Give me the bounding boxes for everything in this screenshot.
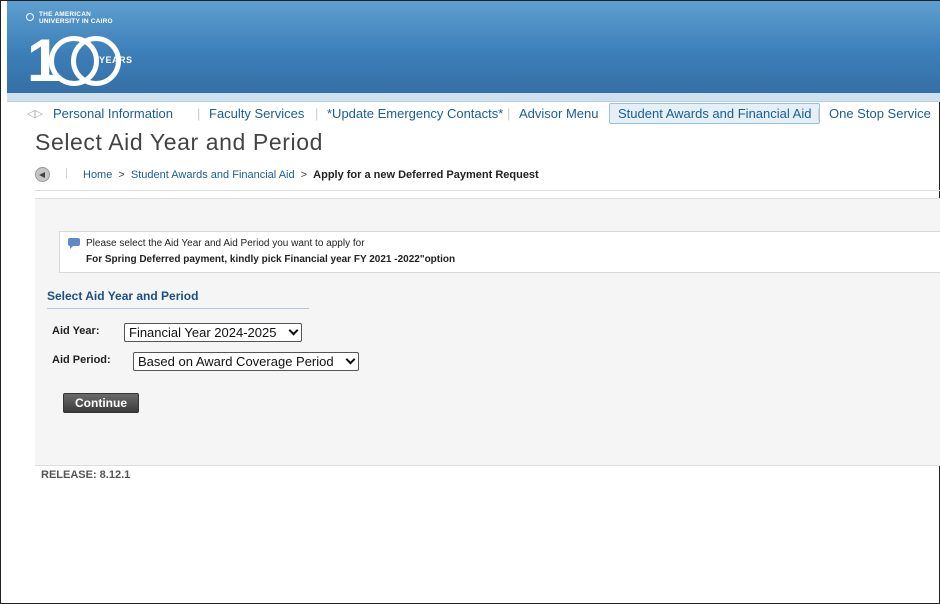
university-logo-text: THE AMERICAN UNIVERSITY IN CAIRO: [26, 11, 113, 25]
aid-year-select[interactable]: Financial Year 2024-2025: [124, 323, 302, 342]
nav-item-student-awards[interactable]: Student Awards and Financial Aid: [609, 103, 821, 124]
breadcrumb-student-awards[interactable]: Student Awards and Financial Aid: [131, 169, 295, 181]
site-header: THE AMERICAN UNIVERSITY IN CAIRO 1 YEARS: [7, 1, 940, 93]
nav-item-advisor-menu[interactable]: Advisor Menu: [519, 106, 598, 121]
aid-period-select[interactable]: Based on Award Coverage Period: [133, 352, 359, 371]
back-arrow-icon[interactable]: [35, 167, 50, 182]
chevron-down-icon: [345, 354, 356, 365]
divider: [35, 190, 940, 191]
aid-period-label: Aid Period:: [52, 354, 111, 366]
main-panel: Please select the Aid Year and Aid Perio…: [35, 198, 940, 466]
nav-item-faculty-services[interactable]: Faculty Services: [209, 106, 304, 121]
release-version: RELEASE: 8.12.1: [41, 469, 131, 481]
university-seal-icon: [26, 13, 34, 21]
info-text: Please select the Aid Year and Aid Perio…: [86, 238, 365, 249]
breadcrumb-home[interactable]: Home: [83, 169, 112, 181]
centennial-logo[interactable]: 1 YEARS: [27, 31, 137, 91]
info-note: For Spring Deferred payment, kindly pick…: [86, 254, 456, 265]
aid-year-label: Aid Year:: [52, 325, 100, 337]
section-rule: [47, 308, 309, 309]
info-message: Please select the Aid Year and Aid Perio…: [59, 231, 940, 273]
nav-scroll-arrows-icon[interactable]: ◁▷: [27, 107, 43, 120]
info-speech-icon: [68, 238, 80, 249]
breadcrumb-current: Apply for a new Deferred Payment Request: [313, 169, 539, 181]
nav-item-personal-information[interactable]: Personal Information: [53, 106, 173, 121]
chevron-down-icon: [288, 325, 299, 336]
nav-item-emergency-contacts[interactable]: *Update Emergency Contacts*: [327, 106, 503, 121]
continue-button[interactable]: Continue: [63, 393, 139, 413]
section-title: Select Aid Year and Period: [47, 289, 199, 303]
nav-item-one-stop-service[interactable]: One Stop Service: [829, 106, 931, 121]
centennial-years-text: YEARS: [99, 55, 133, 65]
header-divider: [7, 93, 940, 102]
main-nav: ◁▷ Personal Information | Faculty Servic…: [7, 102, 940, 126]
page-title: Select Aid Year and Period: [35, 129, 323, 155]
